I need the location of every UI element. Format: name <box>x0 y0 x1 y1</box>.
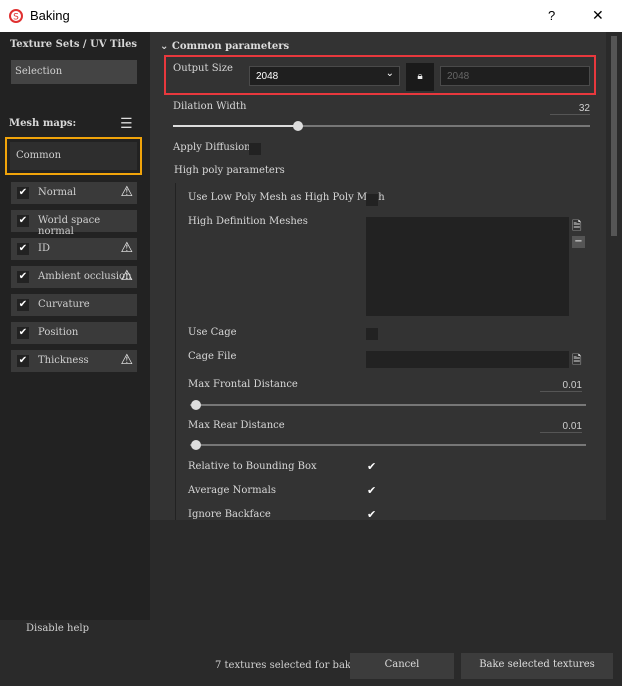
selection-button[interactable]: Selection <box>11 60 137 84</box>
status-text: 7 textures selected for baking <box>215 660 368 671</box>
use-low-poly-label: Use Low Poly Mesh as High Poly Mesh <box>188 192 385 203</box>
max-rear-slider[interactable] <box>190 444 586 446</box>
checkbox[interactable]: ✔ <box>17 271 29 283</box>
checkbox[interactable]: ✔ <box>17 327 29 339</box>
group-divider <box>175 183 176 520</box>
ignore-backface-checkbox[interactable]: ✔ <box>367 508 376 520</box>
output-size-height-field: 2048 <box>440 66 590 86</box>
mesh-map-label: Curvature <box>38 299 90 310</box>
remove-icon[interactable]: − <box>572 236 585 248</box>
svg-text:S: S <box>13 13 19 23</box>
relative-bbox-label: Relative to Bounding Box <box>188 461 317 472</box>
warning-icon: ⚠ <box>120 184 133 200</box>
mesh-map-item[interactable]: ✔ ID ⚠ <box>11 238 137 260</box>
mesh-map-item[interactable]: ✔ World space normal <box>11 210 137 237</box>
chevron-down-icon: ⌄ <box>385 68 394 79</box>
dilation-slider[interactable] <box>173 125 590 127</box>
title-bar: S Baking ? ✕ <box>0 0 622 32</box>
list-options-icon[interactable]: ☰ <box>120 116 133 132</box>
disable-help-link[interactable]: Disable help <box>26 623 89 634</box>
mesh-maps-title: Mesh maps: <box>9 118 77 129</box>
warning-icon: ⚠ <box>120 268 133 284</box>
output-size-value: 2048 <box>256 71 279 82</box>
mesh-map-label: Normal <box>38 187 77 198</box>
warning-icon: ⚠ <box>120 352 133 368</box>
use-cage-checkbox[interactable] <box>366 328 378 340</box>
section-title: Common parameters <box>171 41 290 52</box>
relative-bbox-checkbox[interactable]: ✔ <box>367 460 376 473</box>
mesh-map-label: World space normal <box>38 215 101 237</box>
max-frontal-slider[interactable] <box>190 404 586 406</box>
mesh-map-label: Ambient occlusion <box>38 271 132 282</box>
section-header[interactable]: ⌄ Common parameters <box>160 41 289 52</box>
checkbox[interactable]: ✔ <box>17 243 29 255</box>
mesh-map-item[interactable]: ✔ Position <box>11 322 137 344</box>
max-rear-handle[interactable] <box>191 440 201 450</box>
common-item[interactable]: Common <box>10 142 137 170</box>
use-cage-label: Use Cage <box>188 327 237 338</box>
cage-file-field[interactable] <box>366 351 569 368</box>
mesh-map-item[interactable]: ✔ Ambient occlusion ⚠ <box>11 266 137 288</box>
mesh-map-label: Thickness <box>38 355 89 366</box>
average-normals-label: Average Normals <box>188 485 276 496</box>
common-highlight: Common <box>5 137 142 175</box>
checkbox[interactable]: ✔ <box>17 187 29 199</box>
warning-icon: ⚠ <box>120 240 133 256</box>
lock-icon[interactable]: 🔒︎ <box>406 63 434 91</box>
checkbox[interactable]: ✔ <box>17 299 29 311</box>
output-size-select[interactable]: 2048 ⌄ <box>249 66 400 86</box>
output-size-label: Output Size <box>173 63 233 74</box>
dilation-label: Dilation Width <box>173 101 247 112</box>
apply-diffusion-label: Apply Diffusion <box>173 142 251 153</box>
mesh-map-label: ID <box>38 243 50 254</box>
mesh-map-item[interactable]: ✔ Thickness ⚠ <box>11 350 137 372</box>
checkbox[interactable]: ✔ <box>17 355 29 367</box>
max-rear-value[interactable]: 0.01 <box>540 421 582 433</box>
mesh-map-item[interactable]: ✔ Curvature <box>11 294 137 316</box>
chevron-down-icon: ⌄ <box>160 41 172 52</box>
texture-sets-title: Texture Sets / UV Tiles <box>10 39 138 50</box>
ignore-backface-label: Ignore Backface <box>188 509 271 520</box>
max-frontal-value[interactable]: 0.01 <box>540 380 582 392</box>
use-low-poly-checkbox[interactable] <box>366 194 378 206</box>
cage-file-label: Cage File <box>188 351 237 362</box>
browse-file-icon[interactable]: 🗎 <box>572 351 582 372</box>
close-button[interactable]: ✕ <box>592 7 604 24</box>
average-normals-checkbox[interactable]: ✔ <box>367 484 376 497</box>
hd-meshes-list[interactable] <box>366 217 569 316</box>
max-rear-label: Max Rear Distance <box>188 420 285 431</box>
scrollbar-thumb[interactable] <box>611 36 617 236</box>
max-frontal-handle[interactable] <box>191 400 201 410</box>
mesh-map-label: Position <box>38 327 79 338</box>
high-poly-label: High poly parameters <box>174 165 285 176</box>
help-button[interactable]: ? <box>548 8 555 23</box>
window-title: Baking <box>30 8 70 23</box>
hd-meshes-label: High Definition Meshes <box>188 216 308 227</box>
bake-selected-button[interactable]: Bake selected textures <box>461 653 613 679</box>
apply-diffusion-checkbox[interactable] <box>249 143 261 155</box>
dilation-value[interactable]: 32 <box>550 103 590 115</box>
cancel-button[interactable]: Cancel <box>350 653 454 679</box>
app-logo-icon: S <box>9 9 23 23</box>
max-frontal-label: Max Frontal Distance <box>188 379 298 390</box>
mesh-map-item[interactable]: ✔ Normal ⚠ <box>11 182 137 204</box>
add-file-icon[interactable]: 🗎 <box>572 217 582 238</box>
checkbox[interactable]: ✔ <box>17 215 29 227</box>
